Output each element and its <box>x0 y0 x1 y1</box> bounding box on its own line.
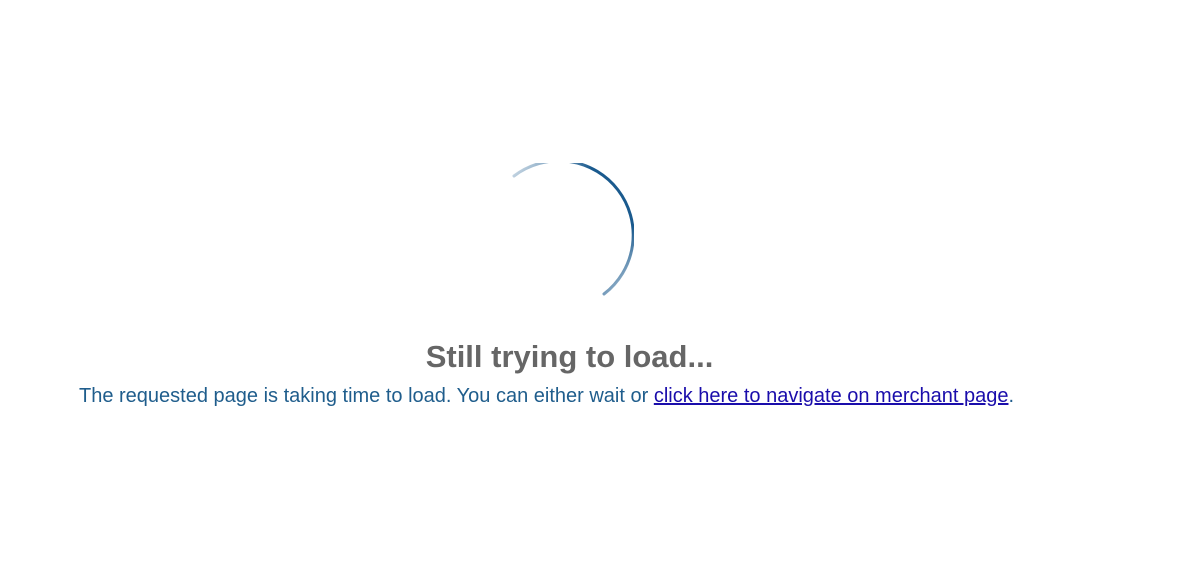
page-title: Still trying to load... <box>425 339 714 374</box>
merchant-page-link[interactable]: click here to navigate on merchant page <box>654 385 1009 407</box>
loading-spinner-icon <box>486 163 634 311</box>
loading-message-suffix: . <box>1008 385 1015 407</box>
loading-message: The requested page is taking time to loa… <box>79 383 1014 409</box>
loading-message-text: The requested page is taking time to loa… <box>79 385 654 407</box>
loading-page: Still trying to load... The requested pa… <box>0 0 1179 587</box>
